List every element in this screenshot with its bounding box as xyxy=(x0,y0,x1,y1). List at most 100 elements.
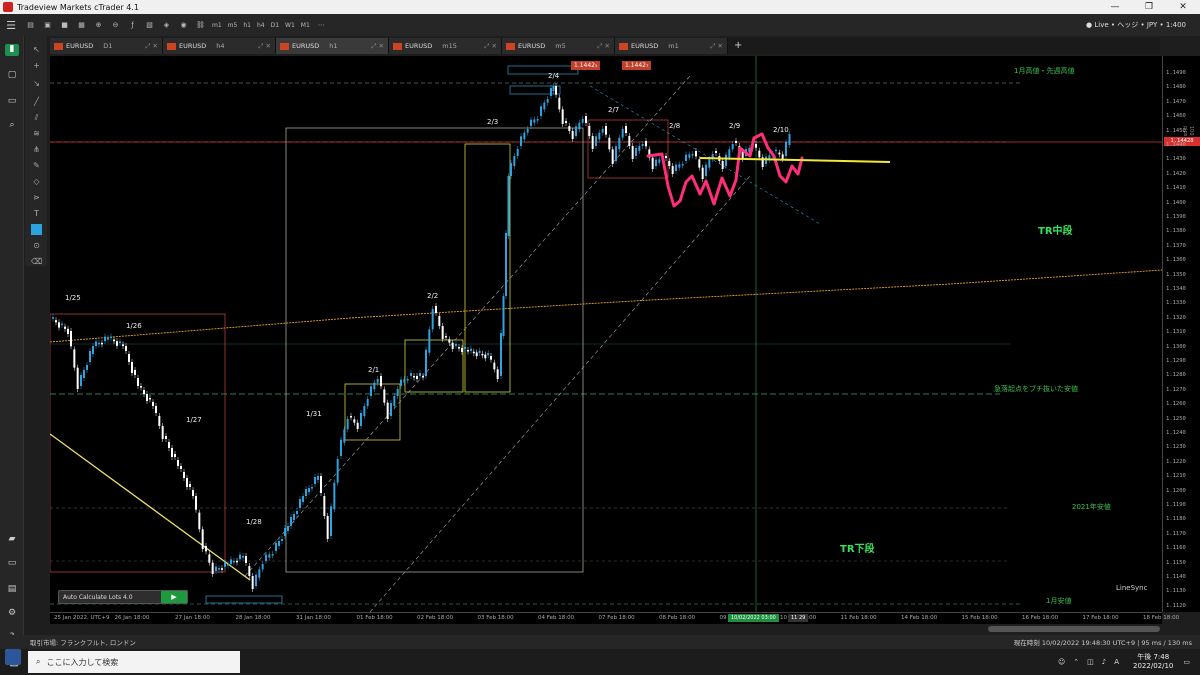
minimize-button[interactable]: — xyxy=(1098,2,1132,12)
shapes-icon[interactable]: ◇ xyxy=(31,176,42,187)
ray-icon[interactable]: ↘ xyxy=(31,78,42,89)
hand-drawn-annotation xyxy=(646,132,804,208)
tab-options-icon[interactable]: ⤢ ✕ xyxy=(484,42,497,51)
chart-type-icon[interactable]: ▤ xyxy=(24,19,37,31)
network-icon[interactable]: ◫ xyxy=(1087,658,1094,666)
trendline-icon[interactable]: ╱ xyxy=(31,96,42,107)
timeframe-h4[interactable]: h4 xyxy=(257,22,265,29)
eye-icon[interactable]: ◉ xyxy=(177,19,190,31)
candle-body xyxy=(448,339,451,343)
range-box xyxy=(404,339,464,393)
tab-eurusd-d1[interactable]: EURUSD D1 ⤢ ✕ xyxy=(50,38,163,54)
trash-icon[interactable]: ⌫ xyxy=(31,256,42,267)
volume-icon[interactable]: ♪ xyxy=(1102,658,1106,666)
layers-icon[interactable]: ◈ xyxy=(160,19,173,31)
ime-label[interactable]: A xyxy=(1114,658,1119,666)
close-button[interactable]: ✕ xyxy=(1166,2,1200,12)
zoom-out-icon[interactable]: ⊖ xyxy=(109,19,122,31)
tr-low-zone-label: TR下段 xyxy=(840,544,875,555)
multi-chart-icon[interactable]: ▦ xyxy=(75,19,88,31)
candle-body xyxy=(311,487,313,489)
rectangle-tool-icon[interactable] xyxy=(31,224,42,235)
price-axis[interactable]: 1.14428 100 pips 1.1490 1.1480 1.1470 1.146… xyxy=(1162,56,1200,612)
trade-icon[interactable]: ▮ xyxy=(5,44,19,56)
screen-icon[interactable]: ▭ xyxy=(5,558,19,570)
chart-canvas[interactable] xyxy=(50,56,1162,612)
candle-body xyxy=(245,556,247,563)
candle-body xyxy=(52,317,54,319)
link-icon[interactable]: ⛓ xyxy=(194,19,207,31)
candle-body xyxy=(413,376,415,378)
candle-body xyxy=(317,476,319,480)
time-tick: 25 Jan 2022, UTC+9 xyxy=(54,615,110,621)
maximize-button[interactable]: ❐ xyxy=(1132,2,1166,12)
tab-eurusd-h1[interactable]: EURUSD h1 ⤢ ✕ xyxy=(276,38,389,54)
candle-body xyxy=(158,416,161,426)
crosshair-icon[interactable]: + xyxy=(31,60,42,71)
candle-body xyxy=(363,406,366,416)
horizontal-scrollbar[interactable] xyxy=(988,626,1160,632)
candle-body xyxy=(695,151,697,157)
tab-options-icon[interactable]: ⤢ ✕ xyxy=(145,42,158,51)
candle-body xyxy=(523,132,526,140)
sell-price-tag[interactable]: 1.1442₅ xyxy=(571,61,601,70)
zoom-in-icon[interactable]: ⊕ xyxy=(92,19,105,31)
analyze-icon[interactable]: ⌕ xyxy=(5,120,19,132)
single-chart-icon[interactable]: ■ xyxy=(58,19,71,31)
magnet-icon[interactable]: ⊙ xyxy=(31,240,42,251)
candle-body xyxy=(601,129,604,133)
tab-options-icon[interactable]: ⤢ ✕ xyxy=(371,42,384,51)
cursor-icon[interactable]: ↖ xyxy=(31,44,42,55)
word-app-icon[interactable] xyxy=(5,649,21,665)
tab-options-icon[interactable]: ⤢ ✕ xyxy=(258,42,271,51)
people-icon[interactable]: ☺ xyxy=(1058,658,1065,666)
timeframe-d1[interactable]: D1 xyxy=(271,22,279,29)
copy-icon[interactable]: ▢ xyxy=(5,70,19,82)
fan-icon[interactable]: ⋗ xyxy=(31,192,42,203)
y2021-low-label: 2021年安値 xyxy=(1072,503,1111,511)
clock[interactable]: 午後 7:48 2022/02/10 xyxy=(1133,653,1173,671)
tab-eurusd-m1[interactable]: EURUSD m1 ⤢ ✕ xyxy=(615,38,728,54)
candle-body xyxy=(125,346,127,351)
fibonacci-icon[interactable]: ≋ xyxy=(31,128,42,139)
timeframe-mn1[interactable]: M1 xyxy=(301,22,310,29)
timeframe-w1[interactable]: W1 xyxy=(285,22,295,29)
pitchfork-icon[interactable]: ⋔ xyxy=(31,144,42,155)
template-icon[interactable]: ▧ xyxy=(143,19,156,31)
channel-icon[interactable]: ⫽ xyxy=(31,112,42,123)
time-axis[interactable]: 18 Feb 18:00 17 Feb 18:00 16 Feb 18:00 15 F… xyxy=(50,612,1179,624)
price-chart[interactable]: 1/25 1/26 1/27 1/28 1/31 2/1 2/2 2/3 2/4… xyxy=(50,56,1162,612)
pen-icon[interactable]: ✎ xyxy=(31,160,42,171)
buy-price-tag[interactable]: 1.1442₇ xyxy=(622,61,652,70)
timeframe-m1[interactable]: m1 xyxy=(212,22,222,29)
more-icon[interactable]: ⋯ xyxy=(315,19,328,31)
indicator-icon[interactable]: ƒ xyxy=(126,19,139,31)
candle-body xyxy=(505,233,507,296)
calculator-icon[interactable]: ▤ xyxy=(5,584,19,596)
timeframe-h1[interactable]: h1 xyxy=(243,22,251,29)
text-tool-icon[interactable]: T xyxy=(31,208,42,219)
tab-eurusd-m5[interactable]: EURUSD m5 ⤢ ✕ xyxy=(502,38,615,54)
layout-icon[interactable]: ▣ xyxy=(41,19,54,31)
candle-body xyxy=(122,344,124,346)
chevron-up-icon[interactable]: ⌃ xyxy=(1073,658,1079,666)
automate-icon[interactable]: ▭ xyxy=(5,96,19,108)
price-tick: 1.1490 xyxy=(1166,70,1186,76)
candle-body xyxy=(92,346,94,354)
tab-eurusd-m15[interactable]: EURUSD m15 ⤢ ✕ xyxy=(389,38,502,54)
notification-icon[interactable]: ▭ xyxy=(1183,658,1190,666)
candle-body xyxy=(635,148,637,156)
play-button[interactable]: ▶ xyxy=(161,591,187,603)
candle-body xyxy=(86,365,88,370)
tab-eurusd-h4[interactable]: EURUSD h4 ⤢ ✕ xyxy=(163,38,276,54)
account-status[interactable]: ● Live • ヘッジ • JPY • 1:400 xyxy=(1086,20,1186,30)
add-tab-button[interactable]: + xyxy=(728,38,742,54)
taskbar-search[interactable]: ⌕ ここに入力して検索 xyxy=(28,651,240,673)
tab-options-icon[interactable]: ⤢ ✕ xyxy=(597,42,610,51)
briefcase-icon[interactable]: ▰ xyxy=(5,534,19,546)
candle-body xyxy=(95,341,97,346)
timeframe-m5[interactable]: m5 xyxy=(228,22,238,29)
settings-gear-icon[interactable]: ⚙ xyxy=(5,608,19,620)
tab-options-icon[interactable]: ⤢ ✕ xyxy=(710,42,723,51)
hamburger-menu-icon[interactable]: ☰ xyxy=(0,19,22,32)
